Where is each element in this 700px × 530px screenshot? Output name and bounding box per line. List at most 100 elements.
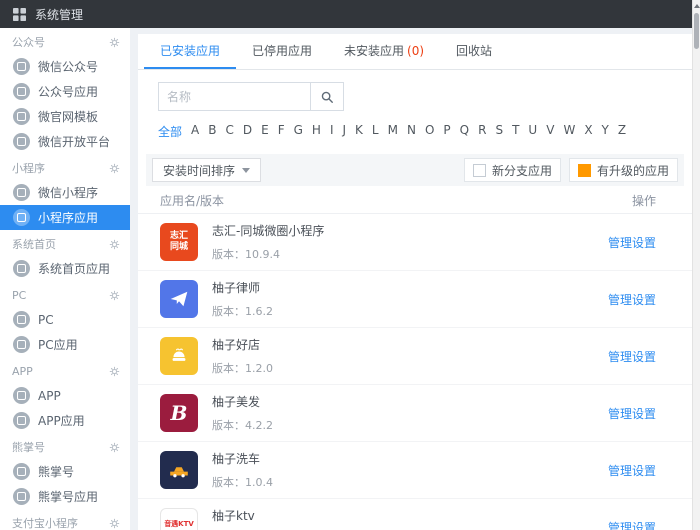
manage-settings-link[interactable]: 管理设置 [608, 348, 656, 365]
gear-icon[interactable] [109, 37, 120, 48]
scrollbar[interactable] [692, 0, 700, 530]
sidebar-item-label: APP [38, 389, 61, 403]
scrollbar-thumb[interactable] [694, 13, 699, 49]
section-label: 公众号 [12, 34, 45, 50]
sidebar-item-wechat-official-account[interactable]: 微信公众号 [0, 54, 130, 79]
alphabet-letter[interactable]: N [407, 123, 416, 140]
tab-installed-apps[interactable]: 已安装应用 [144, 34, 236, 69]
alphabet-letter[interactable]: S [495, 123, 503, 140]
sidebar-section-pc: PC PC PC应用 [0, 281, 130, 357]
alphabet-letter[interactable]: T [512, 123, 519, 140]
sidebar-item-label: 系统首页应用 [38, 260, 110, 277]
alphabet-letter[interactable]: P [443, 123, 450, 140]
scroll-up-arrow-icon[interactable] [694, 4, 700, 8]
gear-icon[interactable] [109, 518, 120, 529]
alphabet-letter[interactable]: V [546, 123, 554, 140]
manage-settings-link[interactable]: 管理设置 [608, 291, 656, 308]
alphabet-letter[interactable]: J [343, 123, 347, 140]
sidebar-item-system-home-apps[interactable]: 系统首页应用 [0, 256, 130, 281]
section-header: 支付宝小程序 [0, 511, 130, 530]
gear-icon[interactable] [109, 290, 120, 301]
checkbox-new-branch[interactable] [473, 164, 486, 177]
sidebar-item-app[interactable]: APP [0, 383, 130, 408]
alphabet-letter[interactable]: E [261, 123, 269, 140]
alphabet-letter[interactable]: F [278, 123, 285, 140]
section-label: APP [12, 365, 33, 378]
alphabet-letter[interactable]: I [330, 123, 334, 140]
steamed-bun-icon [169, 346, 189, 366]
alphabet-letter[interactable]: C [225, 123, 233, 140]
app-version: 版本：1.2.0 [212, 360, 608, 376]
sidebar-section-app: APP APP APP应用 [0, 357, 130, 433]
search-button[interactable] [310, 82, 344, 111]
tab-label: 已安装应用 [160, 44, 220, 58]
alphabet-letter[interactable]: H [312, 123, 321, 140]
filter-new-branch-apps[interactable]: 新分支应用 [464, 158, 561, 182]
alphabet-letter[interactable]: B [208, 123, 216, 140]
alphabet-letter[interactable]: A [191, 123, 199, 140]
manage-settings-link[interactable]: 管理设置 [608, 462, 656, 479]
tab-not-installed-apps[interactable]: 未安装应用(0) [328, 34, 440, 69]
app-icon-hairdressing: B [160, 394, 198, 432]
sidebar: 公众号 微信公众号 公众号应用 微官网模板 微信开放平台 [0, 28, 130, 530]
sidebar-item-wechat-miniprogram[interactable]: 微信小程序 [0, 180, 130, 205]
gear-icon[interactable] [109, 239, 120, 250]
app-info: 志汇-同城微圈小程序 版本：10.9.4 [212, 222, 608, 262]
app-version: 版本：4.2.2 [212, 417, 608, 433]
alphabet-letter[interactable]: G [294, 123, 303, 140]
alphabet-filter: 全部 A B C D E F G H I J K L M N O P [138, 111, 692, 148]
sidebar-item-bear-paw[interactable]: 熊掌号 [0, 459, 130, 484]
sidebar-item-app-apps[interactable]: APP应用 [0, 408, 130, 433]
sidebar-item-pc-apps[interactable]: PC应用 [0, 332, 130, 357]
sidebar-item-bear-paw-apps[interactable]: 熊掌号应用 [0, 484, 130, 509]
screen: 系统管理 公众号 微信公众号 公众号应用 微官网模板 [0, 0, 700, 530]
tab-disabled-apps[interactable]: 已停用应用 [236, 34, 328, 69]
app-info: 柚子美发 版本：4.2.2 [212, 393, 608, 433]
section-header: 熊掌号 [0, 435, 130, 459]
sort-label: 安装时间排序 [163, 162, 235, 179]
column-app-name: 应用名/版本 [160, 192, 224, 209]
sidebar-item-label: 微信小程序 [38, 184, 98, 201]
tab-recycle-bin[interactable]: 回收站 [440, 34, 508, 69]
gear-icon[interactable] [109, 163, 120, 174]
alphabet-letter[interactable]: Y [602, 123, 609, 140]
sort-dropdown[interactable]: 安装时间排序 [152, 158, 261, 182]
search-input[interactable] [158, 82, 310, 111]
manage-settings-link[interactable]: 管理设置 [608, 234, 656, 251]
sidebar-item-miniprogram-apps[interactable]: 小程序应用 [0, 205, 130, 230]
app-list: 志汇 同城 志汇-同城微圈小程序 版本：10.9.4 管理设置 [138, 214, 692, 530]
alphabet-letter[interactable]: L [372, 123, 379, 140]
app-version: 版本：1.6.2 [212, 303, 608, 319]
tab-label: 已停用应用 [252, 44, 312, 58]
filter-upgradable-apps[interactable]: 有升级的应用 [569, 158, 678, 182]
paper-plane-icon [169, 289, 189, 309]
sidebar-item-pc[interactable]: PC [0, 307, 130, 332]
app-version: 版本：1.0.4 [212, 474, 608, 490]
alphabet-all[interactable]: 全部 [158, 123, 182, 140]
sidebar-item-micro-site-template[interactable]: 微官网模板 [0, 104, 130, 129]
table-row: 柚子律师 版本：1.6.2 管理设置 [138, 271, 692, 328]
alphabet-letter[interactable]: Z [618, 123, 626, 140]
alphabet-letter[interactable]: Q [460, 123, 469, 140]
sidebar-item-wechat-open-platform[interactable]: 微信开放平台 [0, 129, 130, 154]
checkbox-upgradable[interactable] [578, 164, 591, 177]
alphabet-letter[interactable]: W [563, 123, 575, 140]
manage-settings-link[interactable]: 管理设置 [608, 519, 656, 530]
alphabet-letter[interactable]: X [584, 123, 592, 140]
sidebar-item-official-account-apps[interactable]: 公众号应用 [0, 79, 130, 104]
alphabet-letter[interactable]: O [425, 123, 434, 140]
alphabet-letter[interactable]: D [243, 123, 252, 140]
alphabet-letter[interactable]: M [388, 123, 398, 140]
manage-settings-link[interactable]: 管理设置 [608, 405, 656, 422]
gear-icon[interactable] [109, 366, 120, 377]
section-header: 公众号 [0, 30, 130, 54]
gear-icon[interactable] [109, 442, 120, 453]
alphabet-letter[interactable]: R [478, 123, 486, 140]
alphabet-letter[interactable]: U [528, 123, 537, 140]
app-icon-shop [160, 337, 198, 375]
topbar: 系统管理 [0, 0, 700, 28]
platform-icon [13, 133, 30, 150]
table-row: 柚子好店 版本：1.2.0 管理设置 [138, 328, 692, 385]
table-row: 音遇KTV 柚子ktv 版本：1.5.7 管理设置 [138, 499, 692, 530]
alphabet-letter[interactable]: K [355, 123, 363, 140]
